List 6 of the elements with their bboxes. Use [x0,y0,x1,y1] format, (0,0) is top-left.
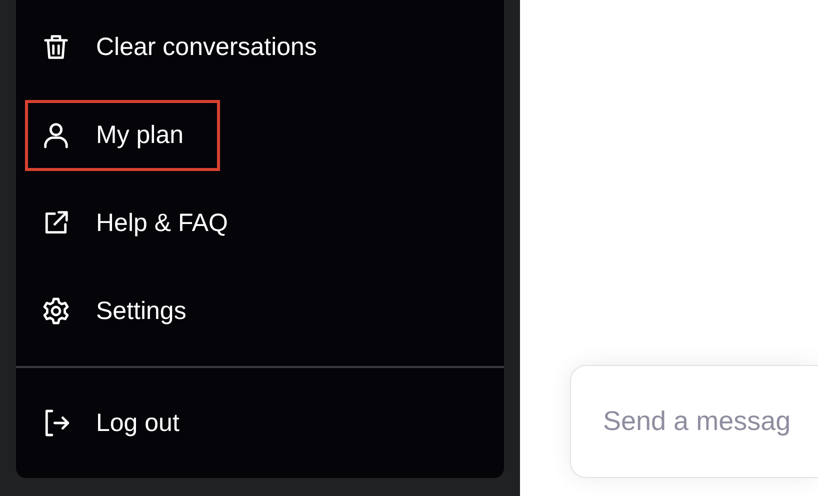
menu-item[interactable]: Settings [25,276,222,346]
menu-item[interactable]: Clear conversations [25,12,353,82]
menu-item[interactable]: Log out [25,388,216,458]
message-field[interactable]: Send a messag [570,365,818,478]
menu-item[interactable]: Help & FAQ [25,188,264,258]
menu-item[interactable]: My plan [25,100,220,170]
